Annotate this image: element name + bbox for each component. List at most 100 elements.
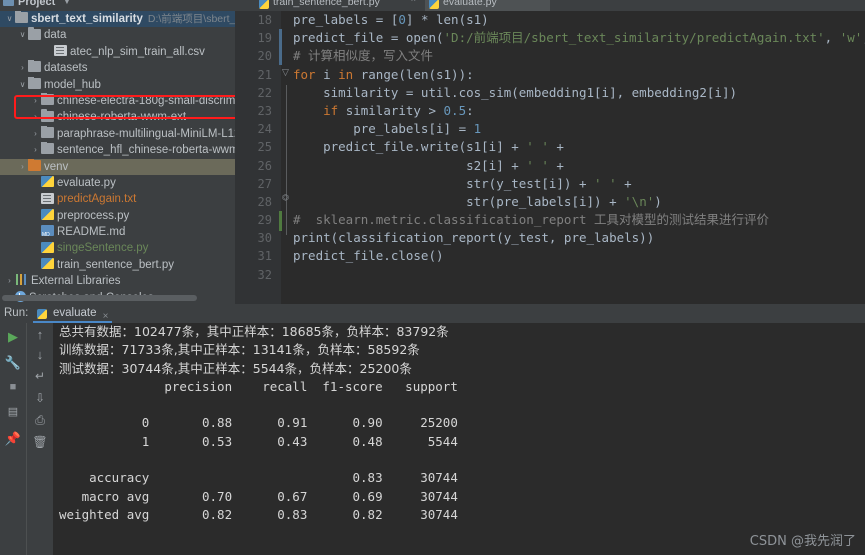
tree-item-chinese-roberta-wwm-ext[interactable]: › chinese-roberta-wwm-ext [0, 109, 235, 125]
chevron-down-icon[interactable]: ∨ [17, 27, 28, 43]
tree-item-sentence-hfl-chinese-roberta-wwm-e[interactable]: › sentence_hfl_chinese-roberta-wwm-e [0, 142, 235, 158]
console-line: weighted avg 0.82 0.83 0.82 30744 [59, 506, 458, 522]
console-line: 1 0.53 0.43 0.48 5544 [59, 433, 458, 449]
chevron-right-icon[interactable]: › [17, 60, 28, 76]
chevron-right-icon[interactable]: › [30, 93, 41, 109]
tree-item-venv[interactable]: › venv [0, 158, 235, 175]
editor-code-area[interactable]: pre_labels = [0] * len(s1) predict_file =… [293, 11, 865, 304]
line-number: 30 [257, 231, 272, 246]
tree-item-label: evaluate.py [57, 176, 116, 189]
chevron-right-icon[interactable]: › [30, 109, 41, 125]
tree-item-sbert-text-similarity[interactable]: ∨ sbert_text_similarity D:\前端项目\sbert_text [0, 11, 235, 28]
project-tool-window[interactable]: ∨sbert_text_similarityD:\前端项目\sbert_text… [0, 11, 235, 304]
tree-item-label: paraphrase-multilingual-MiniLM-L12-v [57, 127, 235, 140]
run-tab-evaluate[interactable]: evaluate × [33, 304, 113, 323]
line-number: 29 [257, 213, 272, 228]
line-number: 28 [257, 194, 272, 209]
code-line[interactable]: s2[i] + ' ' + [293, 157, 865, 175]
tree-item-paraphrase-multilingual-minilm-l12-v[interactable]: › paraphrase-multilingual-MiniLM-L12-v [0, 125, 235, 142]
spacer-icon: · [30, 208, 41, 224]
code-line[interactable]: str(y_test[i]) + ' ' + [293, 175, 865, 193]
editor-fold-column[interactable]: ▽ ⏣ [281, 11, 293, 304]
code-line[interactable]: for i in range(len(s1)): [293, 66, 865, 84]
code-line[interactable]: similarity = util.cos_sim(embedding1[i],… [293, 84, 865, 102]
soft-wrap-button[interactable]: ↵ [35, 369, 45, 383]
code-line[interactable]: if similarity > 0.5: [293, 102, 865, 120]
fold-marker-icon[interactable]: ⏣ [282, 193, 289, 202]
editor-tab-train-sentence-bert[interactable]: train_sentence_bert.py × [255, 0, 420, 11]
scroll-down-button[interactable]: ↓ [37, 347, 44, 362]
code-line[interactable]: pre_labels[i] = 1 [293, 120, 865, 138]
line-number: 21 [257, 67, 272, 82]
settings-wrench-button[interactable]: 🔧 [5, 355, 21, 371]
tree-item-train-sentence-bert-py[interactable]: · train_sentence_bert.py [0, 257, 235, 273]
project-tree[interactable]: ∨sbert_text_similarityD:\前端项目\sbert_text… [0, 11, 235, 304]
line-number: 31 [257, 249, 272, 264]
line-number: 20 [257, 49, 272, 64]
clear-all-button[interactable]: 🗑 [32, 435, 47, 449]
tree-item-chinese-electra-180g-small-discrimina[interactable]: › chinese-electra-180g-small-discrimina [0, 92, 235, 109]
line-number: 25 [257, 140, 272, 155]
tree-item-evaluate-py[interactable]: · evaluate.py [0, 175, 235, 191]
folder-icon [28, 27, 41, 40]
rerun-button[interactable]: ▶ [8, 329, 18, 345]
code-line[interactable]: # 计算相似度，写入文件 [293, 47, 865, 65]
run-tool-window: Run: evaluate × ▶ 🔧 ■ ▤ 📌 ↑ ↓ ↵ ⇩ ⎙ 🗑 总共… [0, 304, 865, 555]
top-toolbar-strip: Project ▼ ↻ ☰ ▾ ⚙ train_sentence_bert.py… [0, 0, 865, 11]
editor-tab-label: train_sentence_bert.py [273, 0, 380, 8]
scroll-to-end-button[interactable]: ⇩ [35, 391, 45, 405]
tree-item-predictagain-txt[interactable]: · predictAgain.txt [0, 191, 235, 207]
pin-button[interactable]: 📌 [5, 431, 21, 447]
console-line: precision recall f1-score support [59, 378, 458, 394]
code-line[interactable] [293, 266, 865, 284]
code-line[interactable]: # sklearn.metric.classification_report 工… [293, 211, 865, 229]
code-editor[interactable]: 18 19 20 21 22 23 24 25 26 27 28 29 30 31 32 ▽ ⏣ pre_l… [235, 11, 865, 304]
editor-tab-evaluate[interactable]: evaluate.py [425, 0, 550, 11]
tree-item-external-libraries[interactable]: › External Libraries [0, 273, 235, 289]
python-file-icon [41, 176, 54, 188]
code-line[interactable]: predict_file.close() [293, 247, 865, 265]
chevron-down-icon[interactable]: ∨ [17, 77, 28, 93]
console-line: 测试数据：30744条,其中正样本：5544条，负样本：25200条 [59, 360, 412, 376]
close-icon[interactable]: × [411, 0, 416, 4]
tree-item-model-hub[interactable]: ∨ model_hub [0, 76, 235, 93]
spacer-icon: · [43, 44, 54, 60]
chevron-down-icon[interactable]: ∨ [4, 11, 15, 27]
folder-icon [41, 125, 54, 138]
code-line[interactable]: print(classification_report(y_test, pre_… [293, 229, 865, 247]
print-button[interactable]: ⎙ [35, 413, 45, 428]
run-console-toolbar[interactable]: ↑ ↓ ↵ ⇩ ⎙ 🗑 [26, 323, 53, 555]
console-line: accuracy 0.83 30744 [59, 470, 458, 486]
scrollbar-thumb[interactable] [2, 295, 197, 301]
project-horizontal-scrollbar[interactable] [2, 295, 233, 301]
stop-button[interactable]: ■ [10, 381, 17, 393]
console-line: 训练数据：71733条,其中正样本：13141条，负样本：58592条 [59, 342, 420, 358]
tree-item-label: data [44, 29, 67, 42]
tree-item-datasets[interactable]: › datasets [0, 60, 235, 76]
chevron-right-icon[interactable]: › [30, 126, 41, 142]
run-console-output[interactable]: 总共有数据：102477条，其中正样本：18685条，负样本：83792条 训练数… [53, 323, 865, 555]
code-line[interactable]: str(pre_labels[i]) + '\n') [293, 193, 865, 211]
chevron-down-icon[interactable]: ▼ [63, 0, 71, 6]
tree-item-label: sbert_text_similarity [31, 13, 143, 25]
code-line[interactable]: pre_labels = [0] * len(s1) [293, 11, 865, 29]
python-file-icon [259, 0, 269, 9]
chevron-right-icon[interactable]: › [17, 159, 28, 175]
run-action-toolbar[interactable]: ▶ 🔧 ■ ▤ 📌 [0, 323, 26, 555]
layout-button[interactable]: ▤ [8, 405, 18, 418]
scroll-up-button[interactable]: ↑ [37, 327, 44, 342]
chevron-right-icon[interactable]: › [30, 142, 41, 158]
tree-item-preprocess-py[interactable]: · preprocess.py [0, 208, 235, 224]
tree-item-readme-md[interactable]: · README.md [0, 224, 235, 240]
line-number: 26 [257, 158, 272, 173]
tree-item-atec-nlp-sim-train-all-csv[interactable]: · atec_nlp_sim_train_all.csv [0, 44, 235, 60]
line-number: 27 [257, 176, 272, 191]
tree-item-label: singeSentence.py [57, 242, 149, 255]
tree-item-singesentence-py[interactable]: · singeSentence.py [0, 240, 235, 256]
tree-item-data[interactable]: ∨ data [0, 27, 235, 43]
spacer-icon: · [30, 257, 41, 273]
fold-collapse-icon[interactable]: ▽ [282, 67, 289, 78]
code-line[interactable]: predict_file.write(s1[i] + ' ' + [293, 138, 865, 156]
code-line[interactable]: predict_file = open('D:/前端项目/sbert_text_… [293, 29, 865, 47]
chevron-right-icon[interactable]: › [4, 273, 15, 289]
